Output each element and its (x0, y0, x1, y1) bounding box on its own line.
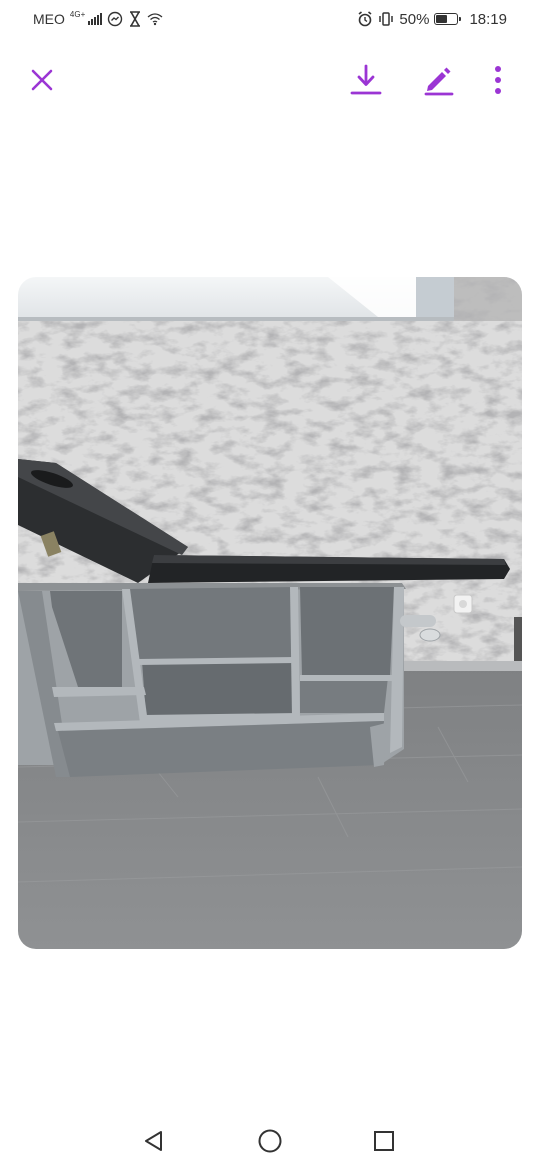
status-bar: MEO 4G+ 50% 18:19 (0, 0, 540, 38)
more-options-button[interactable] (478, 60, 518, 100)
download-icon (350, 64, 382, 95)
edit-icon (424, 67, 454, 96)
product-photo (18, 277, 522, 949)
alarm-icon (357, 11, 373, 27)
home-circle-icon (258, 1129, 282, 1153)
app-bar (0, 50, 540, 110)
close-icon (31, 69, 53, 91)
clock: 18:19 (469, 10, 507, 28)
close-button[interactable] (22, 60, 62, 100)
network-type: 4G+ (69, 9, 86, 19)
edit-button[interactable] (418, 60, 458, 100)
back-triangle-icon (145, 1131, 162, 1151)
download-button[interactable] (346, 60, 386, 100)
recents-square-icon (374, 1131, 394, 1151)
battery-percent: 50% (399, 10, 430, 28)
messenger-icon (107, 11, 123, 27)
wifi-icon (147, 12, 163, 26)
recents-button[interactable] (367, 1124, 401, 1158)
status-bar-right: 50% 18:19 (357, 10, 507, 28)
signal-icon (88, 13, 103, 25)
battery-icon (434, 13, 462, 25)
photo-view[interactable] (18, 277, 522, 949)
carrier-name: MEO (33, 11, 65, 27)
navigation-bar (0, 1110, 540, 1170)
status-bar-left: MEO 4G+ (33, 10, 163, 28)
more-vert-icon (495, 66, 501, 94)
home-button[interactable] (253, 1124, 287, 1158)
hourglass-icon (128, 11, 142, 27)
back-button[interactable] (137, 1124, 171, 1158)
vibrate-icon (378, 11, 394, 27)
